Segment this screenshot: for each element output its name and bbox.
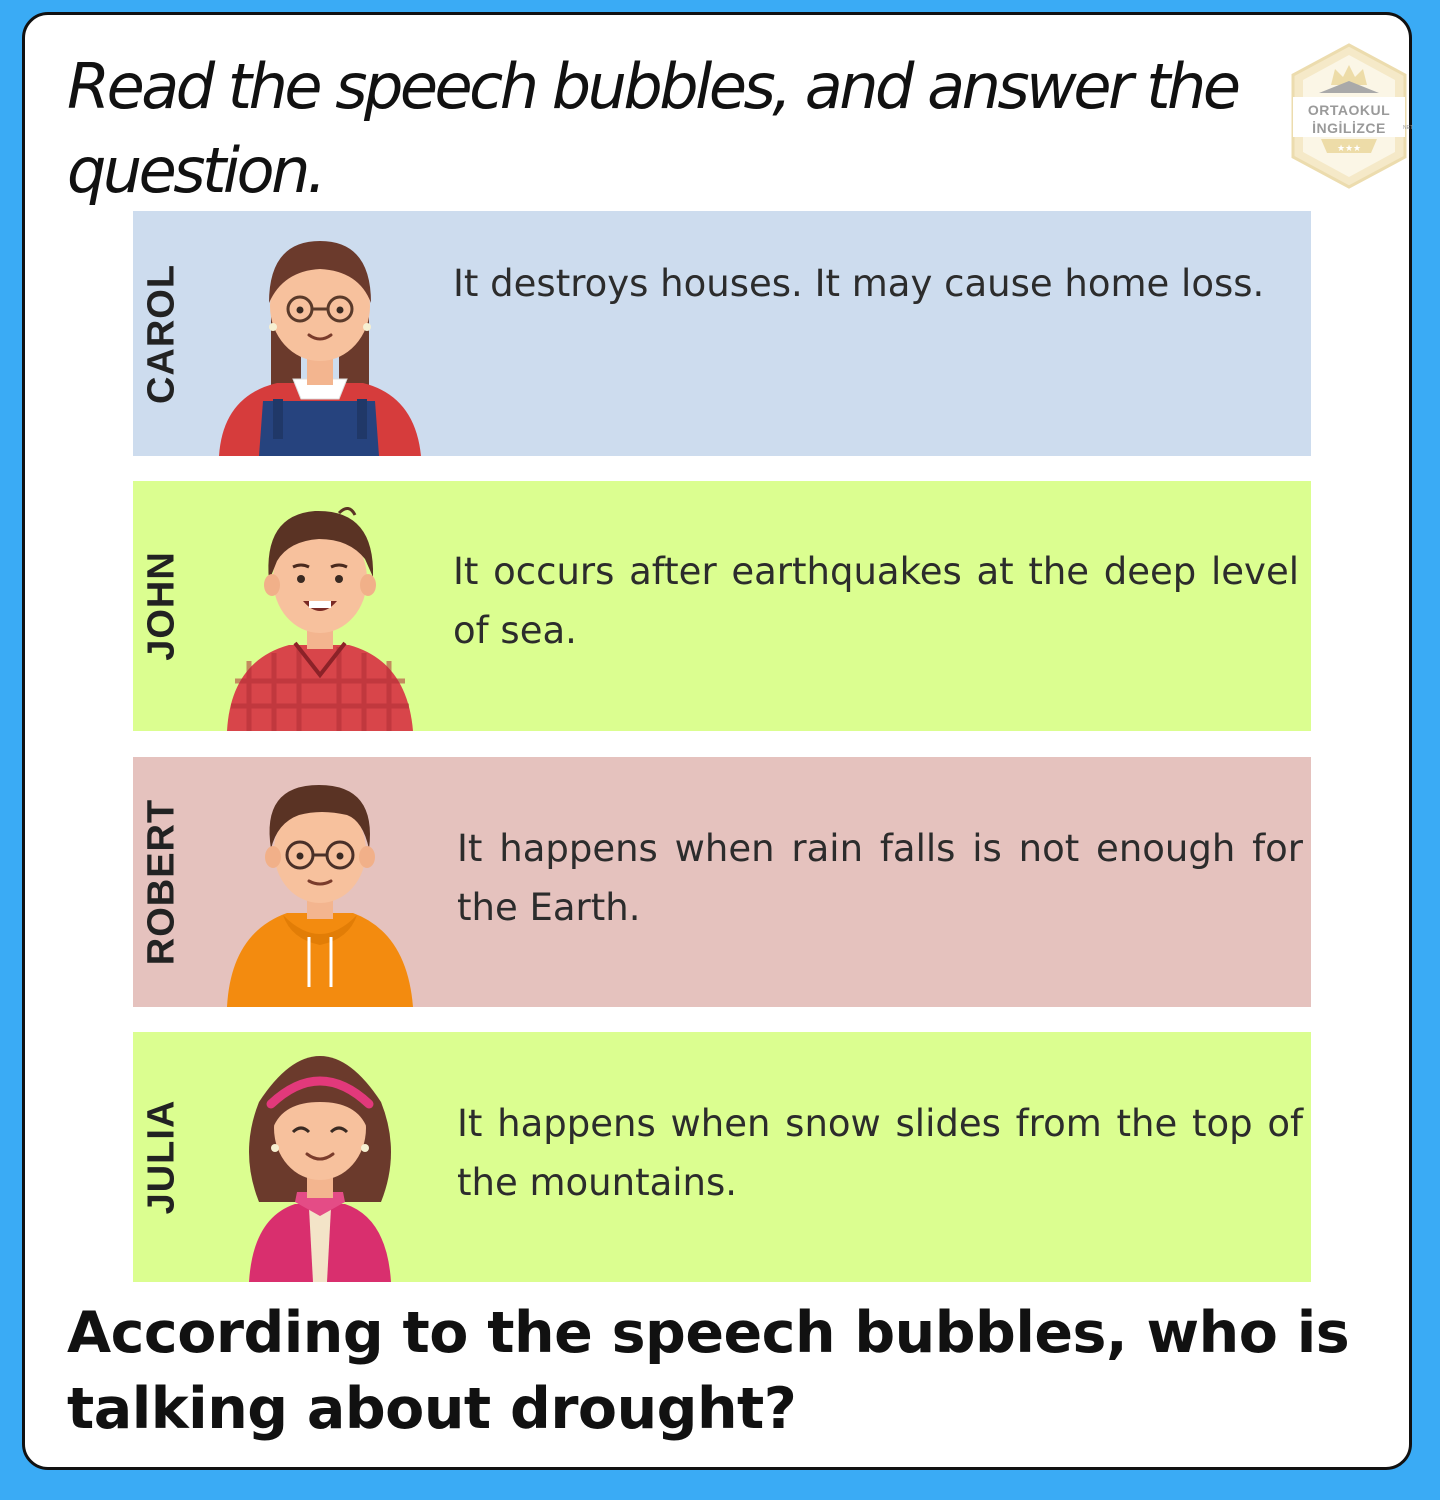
instruction-text: Read the speech bubbles, and answer the … [67, 50, 1241, 207]
boy-with-glasses-hoodie-avatar-icon [227, 785, 413, 1007]
svg-text:★: ★ [1353, 144, 1361, 154]
logo-line-2: İNGİLİZCE [1312, 120, 1386, 136]
speech-text: It happens when snow slides from the top… [457, 1102, 1303, 1204]
speaker-name: CAROL [140, 263, 183, 404]
speech-text: It destroys houses. It may cause home lo… [453, 262, 1265, 305]
speaker-row-john: JOHN It occurs after earthquakes at the … [133, 481, 1311, 731]
girl-with-glasses-avatar-icon [219, 241, 421, 456]
speaker-row-carol: CAROL It destroys houses. It may cause h… [133, 211, 1311, 456]
smiling-boy-avatar-icon [227, 507, 413, 731]
speech-text: It occurs after earthquakes at the deep … [453, 550, 1299, 652]
question-card: Read the speech bubbles, and answer the … [22, 12, 1413, 1470]
speaker-name: JOHN [140, 551, 183, 661]
girl-with-headband-avatar-icon [249, 1056, 391, 1282]
speaker-name: ROBERT [140, 798, 183, 966]
ortaokul-ingilizce-logo: ★ ★ ★ ORTAOKUL İNGİLİZCE NET [1287, 41, 1413, 191]
speaker-row-robert: ROBERT It happens when rain falls is not… [133, 757, 1311, 1007]
svg-text:★: ★ [1345, 144, 1353, 154]
logo-line-1: ORTAOKUL [1307, 102, 1391, 118]
svg-text:★: ★ [1337, 144, 1345, 154]
speaker-row-julia: JULIA It happens when snow slides from t… [133, 1032, 1311, 1282]
question-text: According to the speech bubbles, who is … [67, 1300, 1350, 1442]
logo-mark: NET [1403, 125, 1413, 131]
speaker-name: JULIA [140, 1099, 183, 1215]
speech-text: It happens when rain falls is not enough… [457, 827, 1303, 929]
